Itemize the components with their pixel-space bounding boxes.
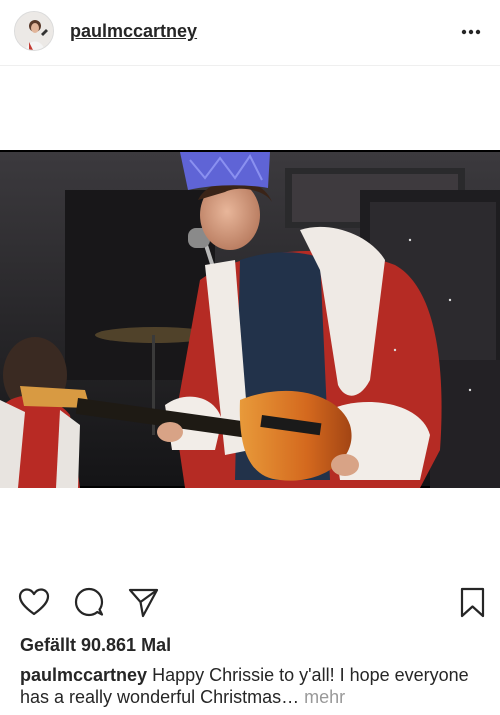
likes-count[interactable]: Gefällt 90.861 Mal [20, 635, 171, 656]
avatar[interactable] [14, 11, 54, 51]
bookmark-icon[interactable] [456, 585, 490, 619]
post-image [0, 150, 500, 488]
username-link[interactable]: paulmccartney [70, 21, 197, 42]
post-caption: paulmccartney Happy Chrissie to y'all! I… [20, 664, 482, 708]
heart-icon[interactable] [17, 585, 51, 619]
avatar-image [15, 12, 53, 50]
comment-icon[interactable] [72, 585, 106, 619]
more-link[interactable]: mehr [299, 687, 345, 707]
caption-username[interactable]: paulmccartney [20, 665, 147, 685]
action-bar [0, 585, 500, 621]
post-header: paulmccartney [0, 0, 500, 66]
post-photo[interactable] [0, 150, 500, 488]
more-options-icon[interactable] [460, 24, 482, 40]
send-icon[interactable] [126, 585, 160, 619]
